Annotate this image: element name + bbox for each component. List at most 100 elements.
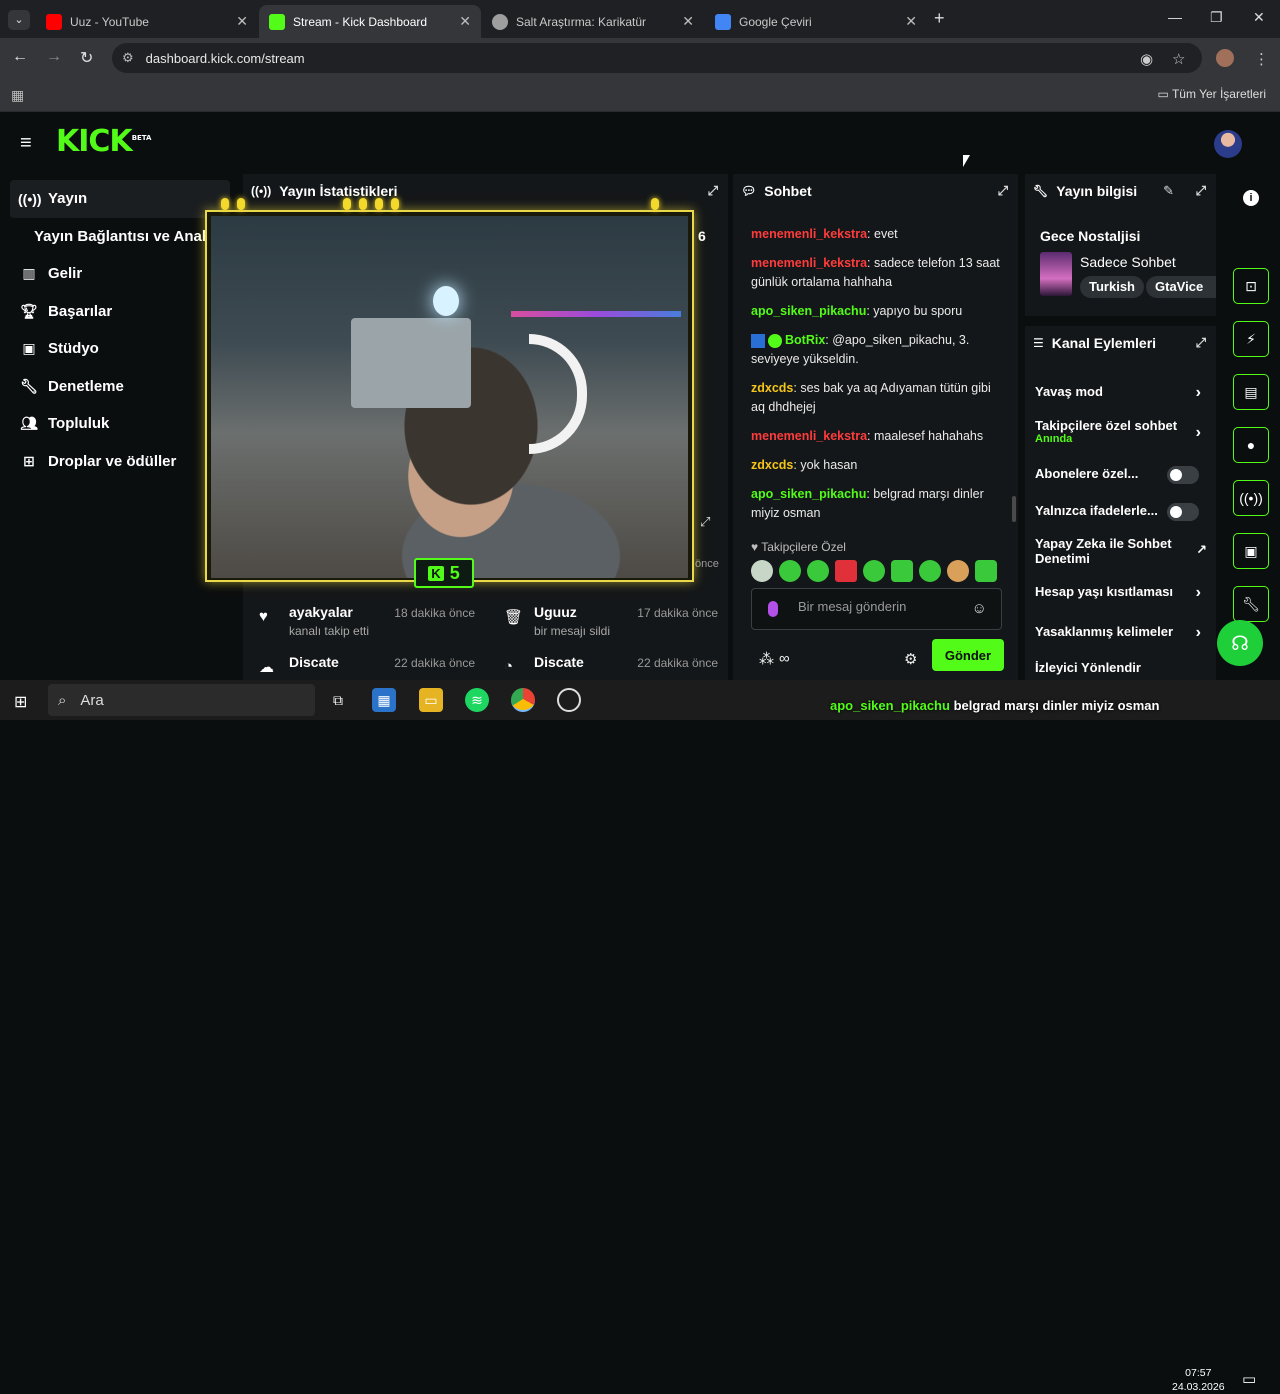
edit-pencil-icon[interactable]: ✎ bbox=[1163, 183, 1174, 199]
sidebar-item-topluluk[interactable]: 👥︎ Topluluk bbox=[10, 405, 230, 443]
new-tab-button[interactable]: + bbox=[934, 8, 945, 29]
action-ai-moderation[interactable]: Yapay Zeka ile Sohbet Denetimi ↗ bbox=[1035, 536, 1207, 566]
maximize-button[interactable]: ❐ bbox=[1210, 9, 1223, 26]
action-subscribers-only: Abonelere özel... bbox=[1035, 466, 1207, 484]
broadcast-button[interactable]: ((•)) bbox=[1233, 480, 1269, 516]
microphone-icon[interactable] bbox=[768, 601, 778, 617]
sidebar-item-studyo[interactable]: ▣ Stüdyo bbox=[10, 330, 230, 368]
windows-start-icon[interactable]: ⊞ bbox=[14, 692, 27, 712]
emote-button[interactable] bbox=[975, 560, 997, 582]
send-button[interactable]: Gönder bbox=[932, 639, 1004, 671]
trash-icon: 🗑︎ bbox=[504, 609, 524, 626]
settings-gear-icon[interactable]: ⚙ bbox=[904, 650, 917, 668]
emotes-only-toggle[interactable] bbox=[1167, 503, 1199, 521]
chat-message: zdxcds: yok hasan bbox=[751, 458, 858, 472]
tab-search-button[interactable]: ⌄ bbox=[8, 10, 30, 30]
menu-dots-icon[interactable]: ⋮ bbox=[1254, 50, 1269, 68]
apps-grid-icon[interactable]: ▦ bbox=[11, 87, 24, 104]
kick-icon bbox=[269, 13, 285, 30]
panel-header: 🔧︎ Yayın bilgisi ✎ ⤢ bbox=[1025, 174, 1216, 208]
reload-button[interactable]: ↻ bbox=[80, 48, 93, 68]
points-icon[interactable]: ⁂ bbox=[759, 650, 774, 668]
support-chat-button[interactable]: ☊ bbox=[1217, 620, 1263, 666]
tab-google-translate[interactable]: Google Çeviri ✕ bbox=[705, 5, 927, 38]
stream-tag[interactable]: Turkish bbox=[1080, 276, 1144, 298]
stream-info-panel: 🔧︎ Yayın bilgisi ✎ ⤢ Gece Nostaljisi Sad… bbox=[1025, 174, 1216, 316]
emote-button[interactable] bbox=[835, 560, 857, 582]
moderation-button[interactable]: 🔧︎ bbox=[1233, 586, 1269, 622]
action-emotes-only: Yalnızca ifadelerle... bbox=[1035, 503, 1207, 521]
hamburger-menu-icon[interactable]: ≡ bbox=[20, 132, 32, 155]
action-slow-mode[interactable]: Yavaş mod › bbox=[1035, 384, 1207, 401]
all-bookmarks-button[interactable]: ▭ Tüm Yer İşaretleri bbox=[1157, 87, 1266, 101]
close-icon[interactable]: ✕ bbox=[905, 13, 917, 30]
chat-message-input[interactable] bbox=[798, 599, 968, 614]
expand-icon[interactable]: ⤢ bbox=[998, 183, 1008, 199]
system-clock[interactable]: 07:57 24.03.2026 bbox=[1172, 1366, 1225, 1394]
tab-title: Uuz - YouTube bbox=[70, 14, 149, 29]
sidebar-item-gelir[interactable]: ▥ Gelir bbox=[10, 255, 230, 293]
emote-button[interactable] bbox=[891, 560, 913, 582]
forward-button[interactable]: → bbox=[46, 48, 62, 66]
layout-button[interactable]: ▣ bbox=[1233, 533, 1269, 569]
chat-message: apo_siken_pikachu: yapıyo bu sporu bbox=[751, 304, 963, 318]
action-follower-only-chat[interactable]: Takipçilere özel sohbet Anında › bbox=[1035, 418, 1207, 445]
obs-icon[interactable] bbox=[557, 688, 581, 712]
close-icon[interactable]: ✕ bbox=[236, 13, 248, 30]
channel-actions-panel: ☰ Kanal Eylemleri ⤢ Yavaş mod › Takipçile… bbox=[1025, 326, 1216, 682]
eye-off-icon[interactable]: ◉ bbox=[1140, 50, 1153, 68]
profile-avatar[interactable] bbox=[1216, 49, 1234, 67]
notes-button[interactable]: ▤ bbox=[1233, 374, 1269, 410]
expand-icon[interactable]: ⤢ bbox=[700, 514, 710, 530]
expand-icon[interactable]: ⤢ bbox=[1196, 183, 1206, 199]
spotify-icon[interactable]: ≋ bbox=[465, 688, 489, 712]
url-field[interactable]: ⚙ dashboard.kick.com/stream bbox=[112, 43, 1202, 73]
chat-scrollbar[interactable] bbox=[1012, 496, 1016, 522]
emote-button[interactable] bbox=[807, 560, 829, 582]
sidebar-item-basarilar[interactable]: 🏆︎ Başarılar bbox=[10, 293, 230, 331]
chat-button[interactable]: ● bbox=[1233, 427, 1269, 463]
all-bookmarks-label: Tüm Yer İşaretleri bbox=[1171, 87, 1266, 101]
stream-tag[interactable]: GtaVice bbox=[1146, 276, 1216, 298]
user-avatar[interactable] bbox=[1214, 130, 1242, 158]
action-account-age[interactable]: Hesap yaşı kısıtlaması › bbox=[1035, 584, 1207, 601]
sidebar-item-stream-key[interactable]: Yayın Bağlantısı ve Anahtarı bbox=[10, 218, 230, 256]
task-view-icon[interactable]: ⧉ bbox=[326, 688, 350, 712]
emote-button[interactable] bbox=[779, 560, 801, 582]
notification-icon[interactable]: ▭ bbox=[1242, 1370, 1256, 1388]
chrome-icon[interactable] bbox=[511, 688, 535, 712]
sidebar-item-droplar[interactable]: ⊞ Droplar ve ödüller bbox=[10, 443, 230, 481]
control-panel-icon[interactable]: ▦ bbox=[372, 688, 396, 712]
emoji-picker-icon[interactable]: ☺ bbox=[972, 600, 987, 617]
sidebar-item-denetleme[interactable]: 🔧︎ Denetleme bbox=[10, 368, 230, 406]
tab-youtube[interactable]: Uuz - YouTube ✕ bbox=[36, 5, 258, 38]
expand-icon[interactable]: ⤢ bbox=[1196, 335, 1206, 351]
close-icon[interactable]: ✕ bbox=[459, 13, 471, 30]
emote-button[interactable] bbox=[947, 560, 969, 582]
chat-bubble-icon: ● bbox=[1246, 437, 1256, 453]
chat-message: BotRix: @apo_siken_pikachu, 3. seviyeye … bbox=[751, 333, 970, 366]
kick-logo[interactable]: KICKBETA bbox=[56, 124, 151, 159]
expand-icon[interactable]: ⤢ bbox=[708, 183, 718, 199]
subscribers-only-toggle[interactable] bbox=[1167, 466, 1199, 484]
emote-button[interactable] bbox=[919, 560, 941, 582]
minimize-button[interactable]: — bbox=[1168, 9, 1182, 25]
back-button[interactable]: ← bbox=[12, 48, 28, 66]
quick-actions-button[interactable]: ⚡︎ bbox=[1233, 321, 1269, 357]
info-icon[interactable]: i bbox=[1243, 190, 1259, 206]
close-icon[interactable]: ✕ bbox=[682, 13, 694, 30]
tab-kick-dashboard[interactable]: Stream - Kick Dashboard ✕ bbox=[259, 5, 481, 38]
tab-salt-arastirma[interactable]: Salt Araştırma: Karikatür ✕ bbox=[482, 5, 704, 38]
chat-message: menemenli_kekstra: evet bbox=[751, 227, 898, 241]
emote-button[interactable] bbox=[863, 560, 885, 582]
taskbar-search[interactable]: ⌕ Ara bbox=[48, 684, 315, 716]
file-explorer-icon[interactable]: ▭ bbox=[419, 688, 443, 712]
sidebar-item-yayin[interactable]: ((•)) Yayın bbox=[10, 180, 230, 218]
action-host-redirect[interactable]: İzleyici Yönlendir bbox=[1035, 660, 1207, 675]
camera-focus-button[interactable]: ⊡ bbox=[1233, 268, 1269, 304]
action-banned-words[interactable]: Yasaklanmış kelimeler › bbox=[1035, 624, 1207, 641]
close-window-button[interactable]: ✕ bbox=[1253, 9, 1265, 26]
star-icon[interactable]: ☆ bbox=[1172, 50, 1185, 68]
emote-button[interactable] bbox=[751, 560, 773, 582]
site-settings-icon[interactable]: ⚙ bbox=[122, 50, 134, 66]
